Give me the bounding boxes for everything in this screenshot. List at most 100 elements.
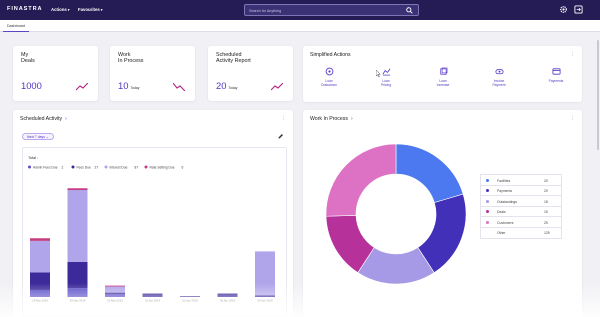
kpi-sub-label: Today bbox=[228, 86, 238, 90]
legend-label: Fees Due bbox=[77, 165, 91, 169]
legend-count: 27 bbox=[95, 165, 99, 169]
legend-value: 15 bbox=[544, 210, 548, 214]
x-axis-tick-label: 31 Mar 2019 bbox=[107, 299, 123, 303]
action-loan-drawdown[interactable]: Loan Drawdown bbox=[309, 67, 349, 87]
legend-count: 2 bbox=[62, 165, 64, 169]
search-icon[interactable] bbox=[406, 7, 413, 14]
payment-card-icon bbox=[551, 68, 561, 75]
x-axis-tick-label: 30 Mar 2019 bbox=[70, 299, 86, 303]
legend-name: Payments bbox=[497, 189, 513, 193]
kpi-title: Scheduled Activity Report bbox=[216, 52, 251, 65]
legend-value: 18 bbox=[544, 199, 548, 204]
work-in-process-title[interactable]: Work In Process › bbox=[310, 116, 353, 122]
kpi-card-my-deals[interactable]: My Deals 1000 bbox=[13, 46, 98, 101]
bar-segment bbox=[255, 251, 275, 296]
tab-dashboard[interactable]: Dashboard bbox=[3, 20, 30, 32]
action-loan-pricing[interactable]: Loan Pricing bbox=[366, 67, 406, 87]
donut-slice-facilities bbox=[395, 143, 464, 203]
search-input[interactable] bbox=[249, 8, 399, 14]
legend-name: Customers bbox=[497, 220, 514, 225]
legend-name: Deals bbox=[497, 210, 506, 214]
bar-segment bbox=[105, 285, 125, 287]
brand-logo[interactable]: FINASTRA bbox=[7, 6, 42, 12]
bar-segment bbox=[30, 289, 50, 297]
nav-actions-label: Actions bbox=[51, 7, 67, 12]
legend-row-payments[interactable]: Payments 20 bbox=[481, 186, 561, 196]
nav-actions-menu[interactable]: Actions▾ bbox=[51, 7, 69, 12]
action-payments[interactable]: Payments bbox=[536, 67, 576, 83]
legend-swatch bbox=[486, 178, 489, 182]
legend-row-facilities[interactable]: Facilities 20 bbox=[481, 175, 561, 186]
kpi-value: 20 Today bbox=[216, 80, 237, 91]
legend-name: Facilities bbox=[497, 178, 511, 183]
scrollbar-thumb[interactable] bbox=[597, 40, 599, 150]
legend-swatch bbox=[486, 220, 489, 224]
more-options-icon[interactable]: ⋮ bbox=[570, 51, 575, 57]
pricing-icon bbox=[382, 68, 390, 76]
chevron-down-icon: ▾ bbox=[67, 8, 70, 12]
legend-value: 125 bbox=[544, 231, 550, 235]
action-loan-increase[interactable]: Loan Increase bbox=[423, 67, 463, 87]
bar-chart-legend: Admin Fees Due 2 Fees Due 27 Interest Due 87 R… bbox=[28, 165, 184, 169]
legend-row-deals[interactable]: Deals 15 bbox=[481, 207, 561, 217]
x-axis-labels: 29 Mar 2019 30 Mar 2019 31 Mar 2019 01 Apr … bbox=[32, 299, 273, 303]
kpi-card-work-in-process[interactable]: Work In Process 10 Today bbox=[110, 46, 195, 101]
invoice-icon bbox=[494, 69, 504, 75]
chevron-down-icon: ▾ bbox=[100, 8, 103, 12]
kpi-title: My Deals bbox=[21, 52, 35, 65]
legend-item: Rate Setting Due 6 bbox=[144, 165, 184, 169]
legend-row-customers[interactable]: Customers 25 bbox=[481, 217, 561, 228]
kpi-title: Work In Process bbox=[118, 52, 144, 65]
bar-series bbox=[30, 188, 275, 297]
legend-dot bbox=[28, 165, 31, 169]
legend-count: 87 bbox=[135, 165, 139, 169]
legend-row-other[interactable]: Other 125 bbox=[481, 228, 561, 239]
chart-total-label: Total : bbox=[28, 156, 38, 160]
more-options-icon[interactable]: ⋮ bbox=[281, 115, 286, 121]
chevron-down-icon: ⌄ bbox=[45, 135, 49, 140]
bar-segment bbox=[67, 190, 88, 262]
increase-icon bbox=[439, 67, 447, 75]
action-invoice-payment[interactable]: Invoice Payment bbox=[479, 67, 519, 87]
legend-dot bbox=[104, 165, 108, 169]
action-label: Invoice Payment bbox=[492, 79, 506, 87]
legend-value: 20 bbox=[544, 189, 548, 193]
nav-favourites-menu[interactable]: Favourites▾ bbox=[78, 7, 102, 12]
edit-pencil-icon[interactable] bbox=[277, 133, 284, 140]
x-axis-tick-label: 03 Apr 2019 bbox=[220, 299, 236, 303]
legend-swatch bbox=[486, 199, 489, 203]
scheduled-activity-title[interactable]: Scheduled Activity › bbox=[20, 116, 67, 122]
x-axis-tick-label: 01 Apr 2019 bbox=[145, 299, 161, 303]
kpi-sub-label: Today bbox=[130, 86, 140, 90]
x-axis-tick-label: 29 Mar 2019 bbox=[32, 299, 48, 303]
legend-value: 25 bbox=[544, 220, 548, 225]
sign-out-icon[interactable] bbox=[574, 5, 583, 14]
work-in-process-donut-chart bbox=[325, 143, 467, 285]
search-box bbox=[244, 4, 419, 16]
legend-name: Outstandings bbox=[497, 199, 517, 204]
legend-row-outstandings[interactable]: Outstandings 18 bbox=[481, 196, 561, 207]
bar-segment bbox=[105, 286, 125, 293]
kpi-number: 20 bbox=[216, 80, 227, 91]
date-range-filter[interactable]: Next 7 days ⌄ bbox=[22, 133, 54, 140]
mouse-cursor-icon bbox=[376, 70, 381, 77]
legend-label: Rate Setting Due bbox=[150, 165, 175, 169]
kpi-card-scheduled-activity-report[interactable]: Scheduled Activity Report 20 Today bbox=[208, 46, 293, 101]
work-in-process-title-text: Work In Process bbox=[310, 116, 348, 122]
action-label: Loan Increase bbox=[436, 79, 450, 87]
action-label: Loan Drawdown bbox=[321, 79, 337, 87]
trend-icon bbox=[173, 83, 185, 91]
bar-segment bbox=[30, 238, 50, 241]
kpi-value: 10 Today bbox=[118, 80, 139, 91]
chevron-right-icon: › bbox=[350, 116, 353, 122]
simplified-actions-title: Simplified Actions bbox=[310, 52, 351, 58]
bar-segment bbox=[67, 261, 88, 289]
bar-segment bbox=[142, 293, 163, 297]
scheduled-activity-bar-chart: Total : Admin Fees Due 2 Fees Due 27 Interes… bbox=[28, 156, 275, 303]
bar-segment bbox=[180, 296, 200, 297]
more-options-icon[interactable]: ⋮ bbox=[570, 115, 575, 121]
gear-icon[interactable] bbox=[559, 5, 568, 14]
bar-segment bbox=[255, 295, 275, 297]
bar-segment bbox=[30, 272, 50, 290]
x-axis-tick-label: 02 Apr 2019 bbox=[182, 299, 198, 303]
